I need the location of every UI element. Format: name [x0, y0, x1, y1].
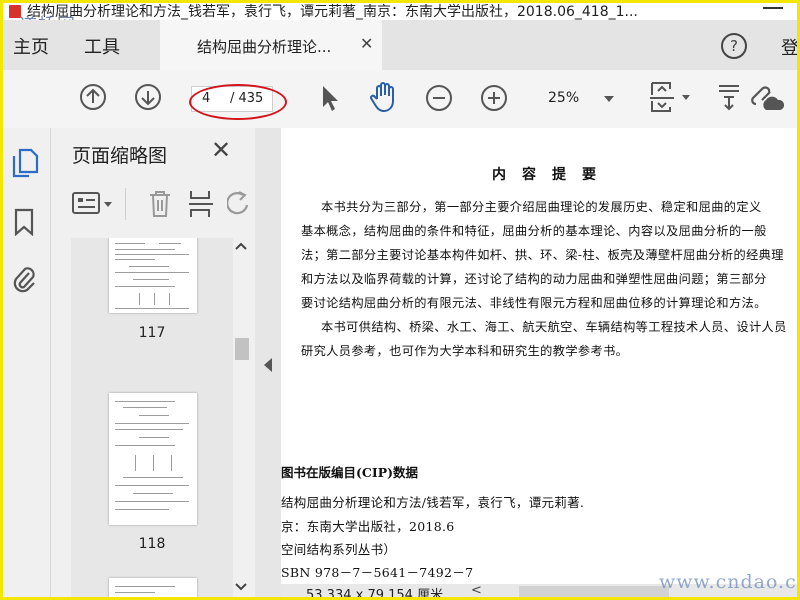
cip-heading: 图书在版编目(CIP)数据 — [281, 465, 419, 480]
menu-tools[interactable]: 工具 — [84, 33, 120, 59]
share-link-icon[interactable] — [750, 82, 784, 114]
summary-line: 法；第二部分主要讨论基本构件如杆、拱、环、梁-柱、板壳及薄壁杆屈曲分析的经典理 — [301, 248, 784, 262]
menu-home[interactable]: 主页 — [13, 33, 49, 59]
panel-toolbar — [71, 186, 255, 226]
panel-title: 页面缩略图 — [72, 145, 168, 167]
rotate-page-icon[interactable] — [227, 191, 249, 217]
toolbar-divider — [125, 188, 126, 220]
zoom-in-icon[interactable] — [480, 84, 508, 112]
summary-heading: 内容提要 — [492, 167, 612, 183]
page-layout-icon[interactable] — [648, 81, 692, 113]
scroll-thumb[interactable] — [235, 338, 249, 360]
horizontal-scroll-thumb[interactable] — [519, 586, 669, 597]
summary-line: 要讨论结构屈曲分析的有限元法、非线性有限元方程和屈曲位移的计算理论和方法。 — [301, 296, 767, 310]
chevron-down-icon — [604, 96, 614, 102]
document-page: 内容提要 本书共分为三部分，第一部分主要介绍屈曲理论的发展历史、稳定和屈曲的定义… — [281, 128, 797, 597]
thumbnail-label: 117 — [138, 325, 166, 341]
scroll-up-icon[interactable] — [235, 242, 247, 250]
summary-line: 本书共分为三部分，第一部分主要介绍屈曲理论的发展历史、稳定和屈曲的定义 — [321, 200, 762, 214]
thumbnail-scrollbar[interactable] — [233, 238, 249, 597]
thumbnail-panel: 页面缩略图 ✕ 117 118 — [51, 128, 255, 597]
zoom-select[interactable]: 25% — [534, 86, 620, 112]
hand-tool-icon[interactable] — [369, 81, 399, 113]
select-cursor-icon[interactable] — [319, 83, 341, 113]
cip-line: 空间结构系列丛书） — [281, 542, 397, 557]
delete-page-icon[interactable] — [147, 189, 173, 219]
summary-line: 本书可供结构、桥梁、水工、海工、航天航空、车辆结构等工程技术人员、设计人员 — [321, 320, 787, 334]
summary-line: 和方法以及临界荷载的计算，还讨论了结构的动力屈曲和弹塑性屈曲问题；第三部分 — [301, 272, 767, 286]
bookmark-icon[interactable] — [13, 208, 35, 236]
page-thumbnail[interactable] — [109, 393, 197, 525]
summary-line: 研究人员参考，也可作为大学本科和研究生的教学参考书。 — [301, 344, 629, 358]
document-tab[interactable]: 结构屈曲分析理论... ✕ — [160, 20, 382, 70]
window-title: 结构屈曲分析理论和方法_钱若军，袁行飞，谭元莉著_南京：东南大学出版社，2018… — [27, 4, 638, 20]
zoom-out-icon[interactable] — [425, 84, 453, 112]
attachment-icon[interactable] — [11, 263, 37, 293]
toolbar: 4 / 435 25% — [3, 70, 797, 129]
summary-line: 基本概念，结构屈曲的条件和特征，屈曲分析的基本理论、内容以及屈曲分析的一般 — [301, 224, 767, 238]
window-frame: 结构屈曲分析理论和方法_钱若军，袁行飞，谭元莉著_南京：东南大学出版社，2018… — [0, 0, 800, 600]
collapse-panel-icon[interactable] — [263, 358, 273, 372]
previous-page-icon[interactable] — [79, 83, 107, 111]
login-button[interactable]: 登 — [781, 34, 797, 60]
help-icon[interactable]: ? — [721, 33, 747, 59]
scroll-left-icon[interactable]: < — [471, 583, 482, 597]
red-circle-annotation — [189, 84, 287, 120]
options-menu-icon[interactable] — [71, 190, 119, 218]
watermark-bottom: www.cndao.com — [659, 571, 797, 593]
next-page-icon[interactable] — [134, 83, 162, 111]
page-thumbnails-icon[interactable] — [11, 148, 39, 178]
menu-bar: 主页 工具 结构屈曲分析理论... ✕ ? 登 — [3, 20, 797, 70]
page-thumbnail[interactable] — [109, 578, 197, 597]
cip-line: 结构屈曲分析理论和方法/钱若军，袁行飞，谭元莉著. — [281, 495, 585, 510]
cip-line: 京：东南大学出版社，2018.6 — [281, 519, 455, 534]
minimize-icon[interactable] — [763, 7, 783, 9]
scroll-down-icon[interactable] — [235, 583, 247, 591]
page-thumbnail[interactable] — [109, 238, 197, 313]
insert-page-icon[interactable] — [187, 189, 217, 219]
page-size-readout: 53.334 x 79.154 厘米 — [306, 588, 444, 600]
close-panel-icon[interactable]: ✕ — [211, 136, 231, 164]
navigation-rail — [3, 128, 51, 597]
thumbnail-label: 118 — [138, 536, 166, 552]
thumbnail-list: 117 118 — [71, 238, 233, 597]
zoom-value: 25% — [548, 90, 580, 106]
close-tab-icon[interactable]: ✕ — [360, 34, 373, 53]
title-bar: 结构屈曲分析理论和方法_钱若军，袁行飞，谭元莉著_南京：东南大学出版社，2018… — [3, 3, 797, 20]
cip-line: SBN 978－7－5641－7492－7 — [281, 565, 474, 580]
panel-splitter[interactable] — [255, 128, 281, 597]
read-aloud-icon[interactable] — [716, 83, 742, 113]
tab-label: 结构屈曲分析理论... — [197, 38, 332, 56]
